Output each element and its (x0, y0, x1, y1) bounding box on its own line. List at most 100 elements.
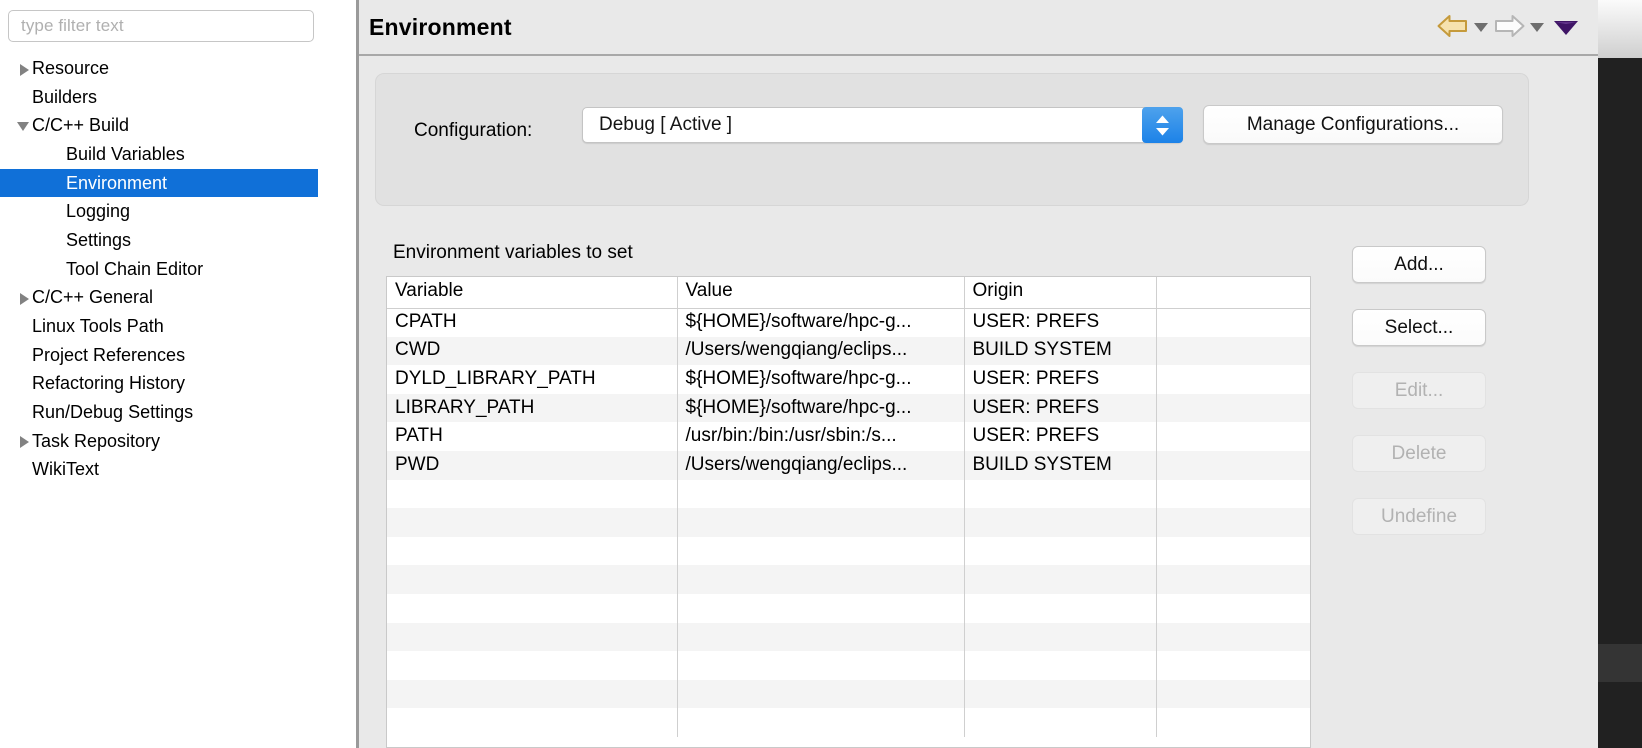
table-cell[interactable] (964, 708, 1157, 737)
table-cell[interactable]: USER: PREFS (964, 393, 1157, 423)
sidebar-item-build-variables[interactable]: Build Variables (0, 140, 318, 169)
table-cell[interactable] (387, 651, 678, 680)
table-cell[interactable] (387, 536, 678, 566)
table-cell[interactable] (964, 651, 1157, 680)
table-row[interactable]: PATH/usr/bin:/bin:/usr/sbin:/s... USER: P… (387, 422, 1310, 451)
table-cell[interactable] (964, 679, 1157, 709)
triangle-right-icon[interactable] (16, 427, 32, 456)
sidebar-item-project-references[interactable]: Project References (0, 341, 318, 370)
forward-history-chevron-down-icon[interactable] (1526, 12, 1548, 40)
sidebar-item-linux-tools-path[interactable]: Linux Tools Path (0, 312, 318, 341)
table-cell[interactable] (1156, 336, 1310, 366)
sidebar-item-settings[interactable]: Settings (0, 226, 318, 255)
table-cell[interactable]: ${HOME}/software/hpc-g... (677, 308, 965, 337)
table-cell[interactable] (387, 593, 678, 623)
table-cell[interactable] (1156, 536, 1310, 566)
table-cell[interactable] (677, 622, 965, 652)
table-cell[interactable] (387, 565, 678, 594)
table-cell[interactable] (1156, 365, 1310, 394)
table-row[interactable] (387, 593, 1310, 623)
back-arrow-icon[interactable] (1436, 12, 1470, 40)
table-row[interactable] (387, 708, 1310, 737)
table-cell[interactable]: BUILD SYSTEM (964, 336, 1157, 366)
table-cell[interactable]: USER: PREFS (964, 308, 1157, 337)
table-cell[interactable]: PWD (387, 450, 678, 480)
table-cell[interactable] (677, 708, 965, 737)
table-cell[interactable] (677, 508, 965, 537)
manage-configurations-button[interactable]: Manage Configurations... (1203, 105, 1503, 144)
table-row[interactable] (387, 479, 1310, 509)
view-menu-triangle-icon[interactable] (1548, 12, 1584, 40)
table-row[interactable] (387, 565, 1310, 594)
sidebar-item-c-c-general[interactable]: C/C++ General (0, 284, 318, 313)
add-button[interactable]: Add... (1352, 246, 1486, 283)
triangle-right-icon[interactable] (16, 284, 32, 313)
table-cell[interactable]: /usr/bin:/bin:/usr/sbin:/s... (677, 422, 965, 451)
table-cell[interactable] (1156, 422, 1310, 451)
table-cell[interactable] (677, 479, 965, 509)
table-cell[interactable] (677, 679, 965, 709)
table-cell[interactable]: /Users/wengqiang/eclips... (677, 450, 965, 480)
configuration-select[interactable]: Debug [ Active ] (582, 107, 1183, 143)
sidebar-item-task-repository[interactable]: Task Repository (0, 427, 318, 456)
table-cell[interactable] (1156, 393, 1310, 423)
table-cell[interactable]: CPATH (387, 308, 678, 337)
table-cell[interactable] (1156, 308, 1310, 337)
triangle-right-icon[interactable] (16, 54, 32, 83)
table-row[interactable]: DYLD_LIBRARY_PATH ${HOME}/software/hpc-g.… (387, 365, 1310, 394)
table-row[interactable] (387, 508, 1310, 537)
select-button[interactable]: Select... (1352, 309, 1486, 346)
table-cell[interactable] (964, 622, 1157, 652)
table-cell[interactable] (387, 508, 678, 537)
table-row[interactable] (387, 536, 1310, 566)
table-cell[interactable] (1156, 450, 1310, 480)
table-row[interactable] (387, 622, 1310, 652)
table-cell[interactable]: ${HOME}/software/hpc-g... (677, 365, 965, 394)
table-row[interactable]: CPATH ${HOME}/software/hpc-g... USER: PREF… (387, 308, 1310, 337)
column-header-variable[interactable]: Variable (387, 277, 678, 309)
table-row[interactable]: LIBRARY_PATH ${HOME}/software/hpc-g... USE… (387, 393, 1310, 423)
table-cell[interactable] (1156, 593, 1310, 623)
table-cell[interactable] (387, 708, 678, 737)
sidebar-item-refactoring-history[interactable]: Refactoring History (0, 370, 318, 399)
triangle-down-icon[interactable] (16, 111, 32, 140)
table-cell[interactable] (1156, 708, 1310, 737)
back-history-chevron-down-icon[interactable] (1470, 12, 1492, 40)
table-cell[interactable] (677, 651, 965, 680)
table-cell[interactable] (964, 479, 1157, 509)
table-cell[interactable] (677, 593, 965, 623)
sidebar-item-run-debug-settings[interactable]: Run/Debug Settings (0, 398, 318, 427)
sidebar-item-wikitext[interactable]: WikiText (0, 456, 318, 485)
table-row[interactable]: CWD/Users/wengqiang/eclips... BUILD SYSTE… (387, 336, 1310, 366)
table-cell[interactable] (1156, 508, 1310, 537)
table-cell[interactable] (1156, 479, 1310, 509)
table-cell[interactable]: CWD (387, 336, 678, 366)
table-cell[interactable] (1156, 565, 1310, 594)
table-cell[interactable]: USER: PREFS (964, 365, 1157, 394)
column-header-blank[interactable] (1156, 277, 1310, 309)
table-cell[interactable] (387, 622, 678, 652)
table-cell[interactable] (387, 679, 678, 709)
table-cell[interactable]: USER: PREFS (964, 422, 1157, 451)
sidebar-item-c-c-build[interactable]: C/C++ Build (0, 111, 318, 140)
table-row[interactable] (387, 651, 1310, 680)
table-cell[interactable]: ${HOME}/software/hpc-g... (677, 393, 965, 423)
sidebar-item-environment[interactable]: Environment (0, 168, 318, 198)
table-cell[interactable] (964, 536, 1157, 566)
table-cell[interactable]: /Users/wengqiang/eclips... (677, 336, 965, 366)
sidebar-item-tool-chain-editor[interactable]: Tool Chain Editor (0, 255, 318, 284)
table-body[interactable]: CPATH ${HOME}/software/hpc-g... USER: PREF… (387, 308, 1310, 737)
stepper-up-down-icon[interactable] (1142, 107, 1183, 143)
table-cell[interactable]: PATH (387, 422, 678, 451)
filter-input[interactable]: type filter text (8, 10, 314, 42)
sidebar-item-builders[interactable]: Builders (0, 83, 318, 112)
sidebar-item-logging[interactable]: Logging (0, 197, 318, 226)
forward-arrow-icon[interactable] (1492, 12, 1526, 40)
environment-variables-table[interactable]: Variable Value Origin CPATH ${HOME}/softwar… (386, 276, 1311, 748)
column-header-origin[interactable]: Origin (964, 277, 1157, 309)
table-cell[interactable] (1156, 651, 1310, 680)
table-cell[interactable] (1156, 622, 1310, 652)
sidebar-item-resource[interactable]: Resource (0, 54, 318, 83)
table-cell[interactable] (964, 565, 1157, 594)
preferences-tree[interactable]: Resource Builders C/C++ Build Build Variabl… (0, 54, 318, 484)
